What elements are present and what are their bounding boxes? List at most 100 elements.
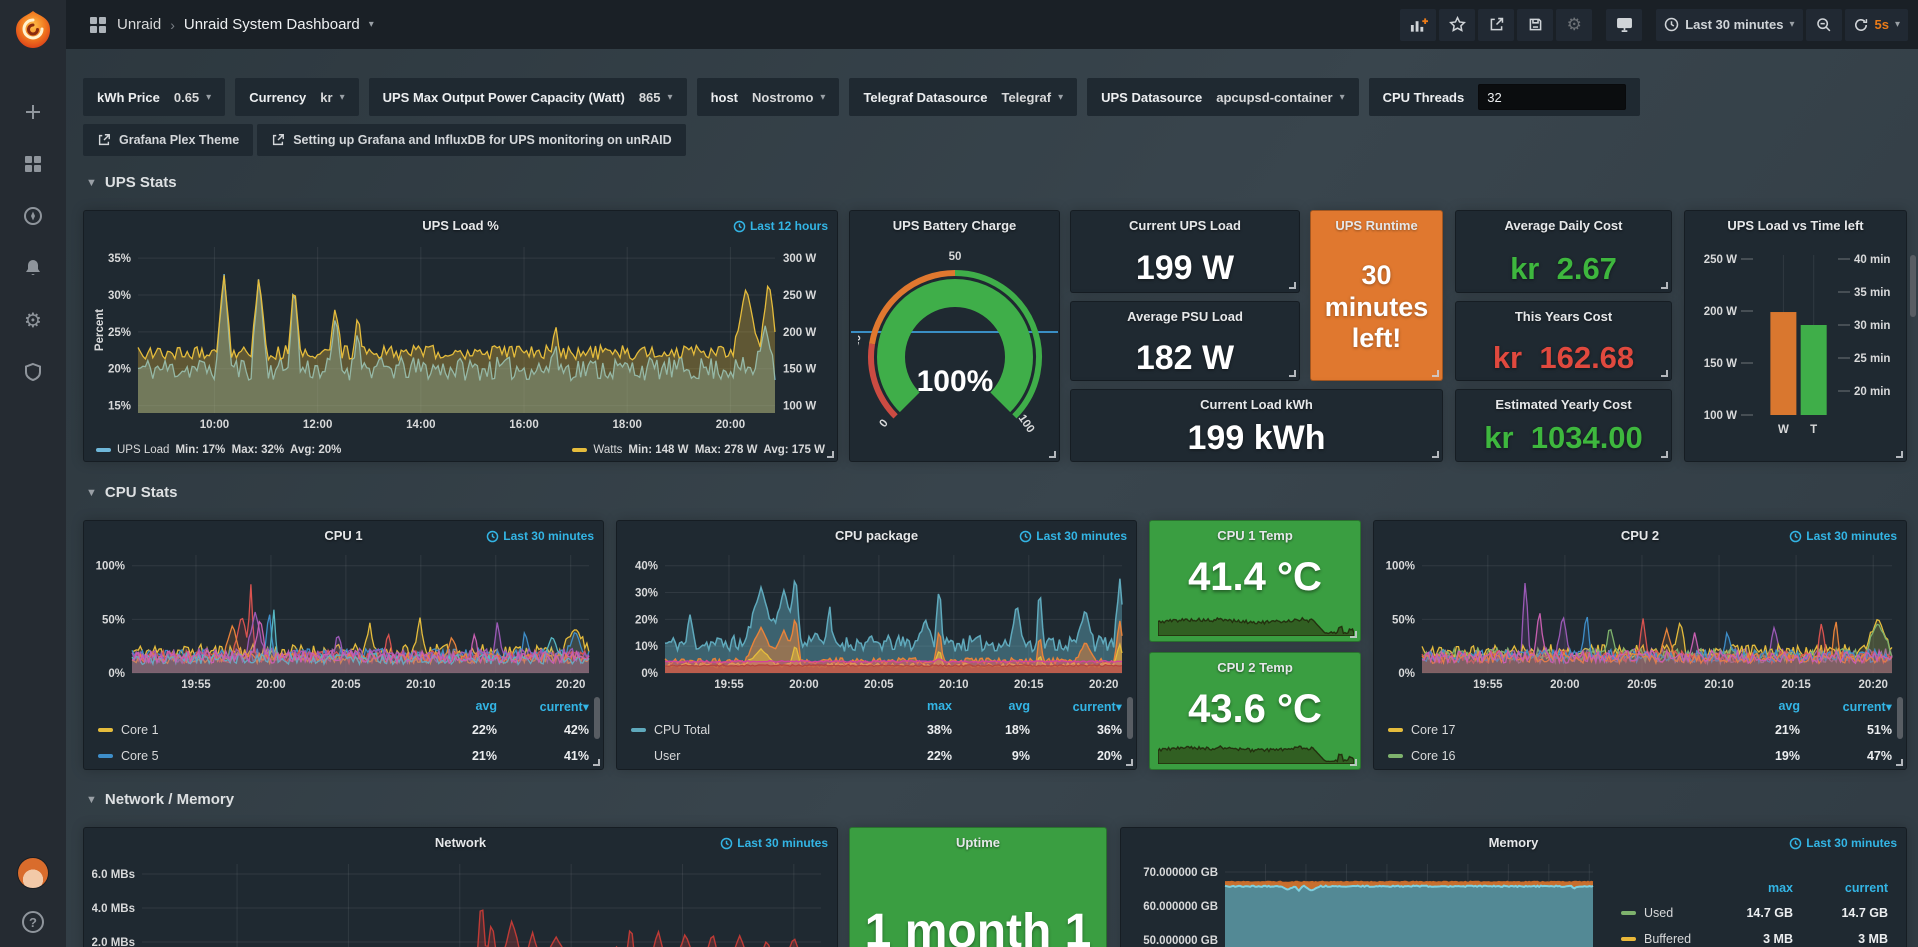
breadcrumb-app[interactable]: Unraid — [117, 16, 161, 33]
resize-handle[interactable] — [1126, 759, 1133, 766]
legend-item[interactable]: WattsMin: 148 W Max: 278 W Avg: 175 W — [572, 444, 825, 456]
variable-telegraf-datasource[interactable]: Telegraf Datasource Telegraf▾ — [849, 78, 1077, 116]
panel-title[interactable]: Average Daily Cost — [1456, 218, 1671, 233]
chevron-down-icon[interactable]: ▾ — [369, 19, 374, 30]
panel-title[interactable]: Estimated Yearly Cost — [1456, 397, 1671, 412]
section-cpu-stats[interactable]: ▼ CPU Stats — [86, 484, 177, 501]
svg-text:16:00: 16:00 — [509, 419, 538, 431]
svg-text:20:00: 20:00 — [789, 679, 818, 691]
time-range-label[interactable]: Last 30 minutes — [1789, 529, 1897, 543]
configuration-gear-icon[interactable]: ⚙ — [21, 308, 45, 332]
resize-handle[interactable] — [1049, 451, 1056, 458]
variable-ups-datasource[interactable]: UPS Datasource apcupsd-container▾ — [1087, 78, 1358, 116]
link-grafana-plex-theme[interactable]: Grafana Plex Theme — [83, 124, 253, 156]
resize-handle[interactable] — [1350, 759, 1357, 766]
save-button[interactable] — [1517, 9, 1553, 41]
legend-item[interactable]: UPS LoadMin: 17% Max: 32% Avg: 20% — [96, 444, 341, 456]
time-range-label[interactable]: Last 30 minutes — [720, 836, 828, 850]
star-button[interactable] — [1439, 9, 1475, 41]
ups-vs-time-bar-chart[interactable]: 250 W200 W150 W100 W40 min35 min30 min25… — [1693, 239, 1900, 457]
legend-scrollbar[interactable] — [1127, 697, 1133, 739]
panel-cpu1-graph: CPU 1 Last 30 minutes 100%50%0%19:5520:0… — [83, 520, 604, 770]
tv-mode-button[interactable] — [1606, 9, 1642, 41]
resize-handle[interactable] — [1432, 451, 1439, 458]
variable-ups-max-output[interactable]: UPS Max Output Power Capacity (Watt) 865… — [369, 78, 687, 116]
zoom-out-button[interactable] — [1806, 9, 1842, 41]
svg-text:20:10: 20:10 — [406, 679, 435, 691]
create-icon[interactable] — [21, 100, 45, 124]
add-panel-button[interactable] — [1400, 9, 1436, 41]
section-ups-stats[interactable]: ▼ UPS Stats — [86, 174, 177, 191]
resize-handle[interactable] — [1661, 370, 1668, 377]
dashboards-icon[interactable] — [21, 152, 45, 176]
network-chart[interactable]: 6.0 MBs4.0 MBs2.0 MBs — [92, 856, 831, 947]
svg-text:20:00: 20:00 — [256, 679, 285, 691]
stat-value: 199 W — [1071, 245, 1299, 292]
time-range-label[interactable]: Last 12 hours — [733, 219, 828, 233]
grafana-logo[interactable] — [11, 8, 55, 52]
resize-handle[interactable] — [1661, 451, 1668, 458]
variable-currency[interactable]: Currency kr▾ — [235, 78, 358, 116]
svg-text:200 W: 200 W — [783, 327, 816, 339]
server-admin-shield-icon[interactable] — [21, 360, 45, 384]
svg-text:40 min: 40 min — [1854, 254, 1890, 266]
legend-row: Core 1 22%42% — [98, 717, 589, 743]
share-button[interactable] — [1478, 9, 1514, 41]
panel-title[interactable]: Current Load kWh — [1071, 397, 1442, 412]
cpu2-chart[interactable]: 100%50%0%19:5520:0020:0520:1020:1520:20 — [1382, 549, 1900, 691]
resize-handle[interactable] — [1661, 282, 1668, 289]
svg-text:Percent: Percent — [94, 309, 106, 351]
time-range-label[interactable]: Last 30 minutes — [486, 529, 594, 543]
svg-text:100%: 100% — [917, 365, 994, 398]
legend-scrollbar[interactable] — [594, 697, 600, 739]
variable-host[interactable]: host Nostromo▾ — [697, 78, 840, 116]
help-icon[interactable]: ? — [22, 911, 44, 933]
panel-title[interactable]: Memory — [1121, 835, 1906, 850]
time-range-picker[interactable]: Last 30 minutes ▾ — [1656, 9, 1802, 41]
resize-handle[interactable] — [1289, 282, 1296, 289]
clock-icon — [733, 220, 746, 233]
external-link-icon — [271, 133, 285, 147]
panel-title[interactable]: Current UPS Load — [1071, 218, 1299, 233]
svg-text:20:05: 20:05 — [331, 679, 361, 691]
legend-scrollbar[interactable] — [1897, 697, 1903, 739]
page-scrollbar[interactable] — [1910, 255, 1916, 317]
resize-handle[interactable] — [1350, 631, 1357, 638]
resize-handle[interactable] — [1289, 370, 1296, 377]
panel-title[interactable]: CPU 2 Temp — [1150, 660, 1360, 675]
resize-handle[interactable] — [1432, 370, 1439, 377]
refresh-button[interactable]: 5s ▾ — [1845, 9, 1909, 41]
svg-text:100%: 100% — [96, 561, 125, 573]
cpu-package-chart[interactable]: 40%30%20%10%0%19:5520:0020:0520:1020:152… — [625, 549, 1130, 691]
cpu1-chart[interactable]: 100%50%0%19:5520:0020:0520:1020:1520:20 — [92, 549, 597, 691]
panel-title[interactable]: This Years Cost — [1456, 309, 1671, 324]
panel-title[interactable]: Average PSU Load — [1071, 309, 1299, 324]
section-network-memory[interactable]: ▼ Network / Memory — [86, 791, 234, 808]
time-range-label[interactable]: Last 30 minutes — [1789, 836, 1897, 850]
resize-handle[interactable] — [593, 759, 600, 766]
settings-gear-button[interactable]: ⚙ — [1556, 9, 1592, 41]
apps-grid-icon[interactable] — [88, 15, 108, 35]
panel-title[interactable]: UPS Load % — [84, 218, 837, 233]
explore-icon[interactable] — [21, 204, 45, 228]
panel-title[interactable]: CPU 1 Temp — [1150, 528, 1360, 543]
panel-title[interactable]: UPS Runtime — [1311, 218, 1442, 233]
panel-title[interactable]: UPS Battery Charge — [850, 218, 1059, 233]
variable-kwh-price[interactable]: kWh Price 0.65▾ — [83, 78, 225, 116]
stat-value: 1 month 1 — [850, 904, 1106, 947]
clock-icon — [1789, 530, 1802, 543]
dashboard-title[interactable]: Unraid System Dashboard — [184, 16, 360, 33]
cpu-threads-input[interactable] — [1478, 84, 1626, 110]
resize-handle[interactable] — [827, 451, 834, 458]
alerting-bell-icon[interactable] — [21, 256, 45, 280]
memory-chart[interactable]: 70.000000 GB60.000000 GB50.000000 GB — [1129, 856, 1599, 947]
panel-title[interactable]: UPS Load vs Time left — [1685, 218, 1906, 233]
panel-title[interactable]: Uptime — [850, 835, 1106, 850]
ups-load-chart[interactable]: 35%30%25%20%15%300 W250 W200 W150 W100 W… — [92, 239, 831, 433]
svg-text:20%: 20% — [635, 614, 658, 626]
user-avatar[interactable] — [17, 857, 49, 889]
resize-handle[interactable] — [1896, 451, 1903, 458]
link-ups-monitoring-guide[interactable]: Setting up Grafana and InfluxDB for UPS … — [257, 124, 685, 156]
resize-handle[interactable] — [1896, 759, 1903, 766]
time-range-label[interactable]: Last 30 minutes — [1019, 529, 1127, 543]
